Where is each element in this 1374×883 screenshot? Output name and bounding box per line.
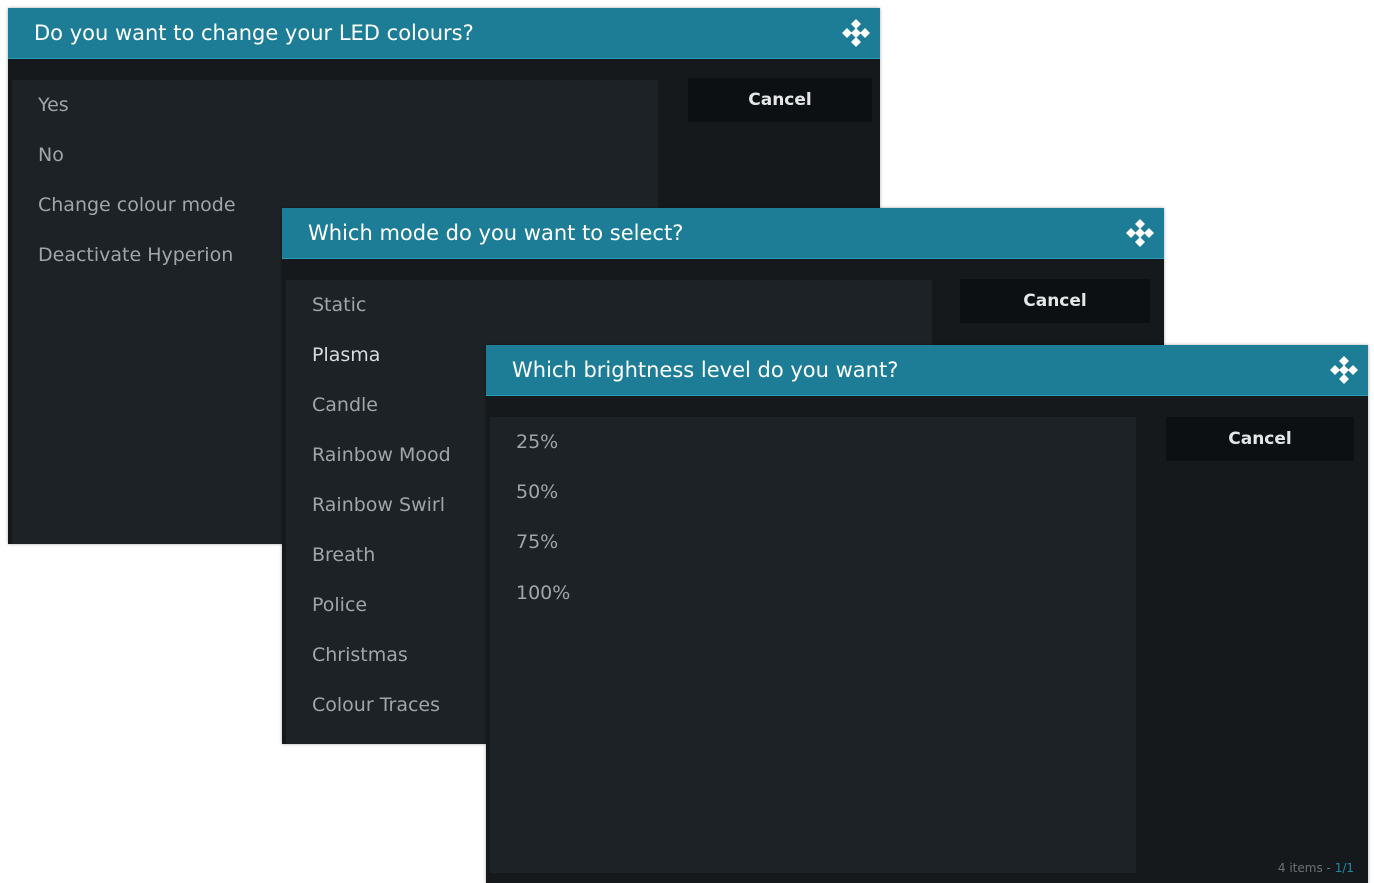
brightness-dialog: Which brightness level do you want? 25% …	[486, 345, 1368, 883]
kodi-logo-icon	[842, 19, 870, 47]
cancel-button[interactable]: Cancel	[688, 78, 872, 122]
list-item-50[interactable]: 50%	[490, 467, 1136, 517]
page-indicator: 1/1	[1334, 861, 1354, 875]
kodi-logo-icon	[1126, 219, 1154, 247]
dialog-title: Which mode do you want to select?	[308, 221, 684, 245]
items-count: 4 items - 1/1	[1277, 861, 1354, 875]
items-count-label: 4 items	[1277, 861, 1323, 875]
dialog-titlebar: Which brightness level do you want?	[486, 345, 1368, 396]
dialog-titlebar: Which mode do you want to select?	[282, 208, 1164, 259]
dialog-title: Do you want to change your LED colours?	[34, 21, 474, 45]
list-item-no[interactable]: No	[12, 130, 658, 180]
cancel-button[interactable]: Cancel	[960, 279, 1150, 323]
list-item-100[interactable]: 100%	[490, 568, 1136, 618]
list-item-75[interactable]: 75%	[490, 517, 1136, 567]
dialog-title: Which brightness level do you want?	[512, 358, 899, 382]
list-item-25[interactable]: 25%	[490, 417, 1136, 467]
cancel-button[interactable]: Cancel	[1166, 417, 1354, 461]
list-item-static[interactable]: Static	[286, 280, 932, 330]
options-list: 25% 50% 75% 100%	[490, 417, 1136, 873]
dialog-titlebar: Do you want to change your LED colours?	[8, 8, 880, 59]
list-item-yes[interactable]: Yes	[12, 80, 658, 130]
kodi-logo-icon	[1330, 356, 1358, 384]
